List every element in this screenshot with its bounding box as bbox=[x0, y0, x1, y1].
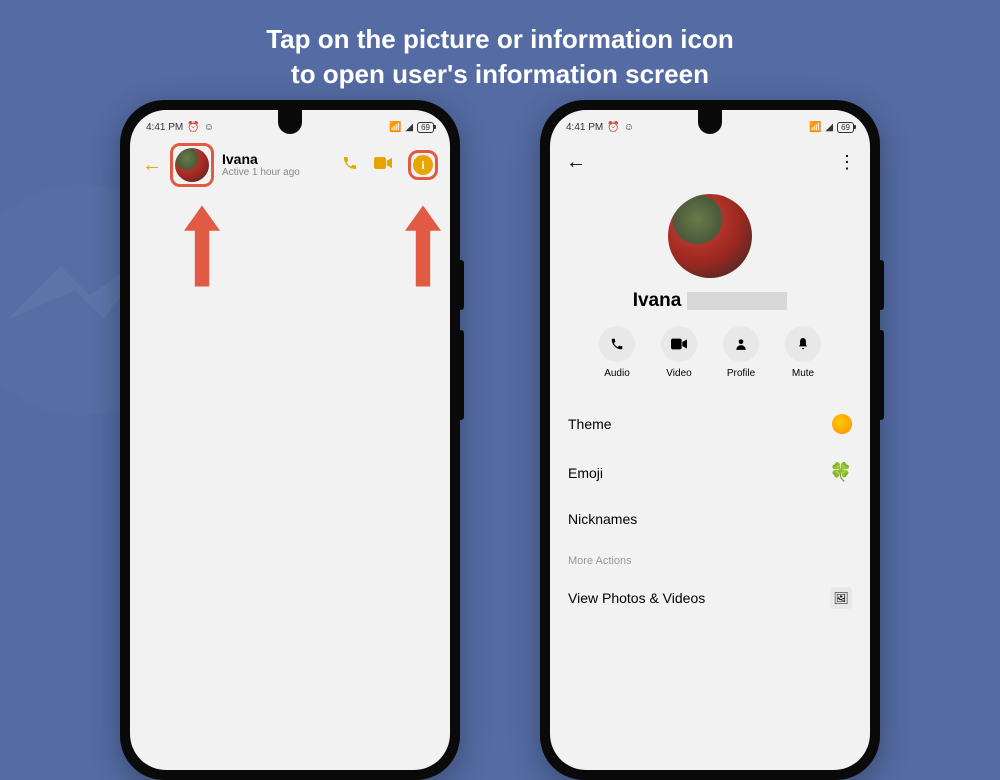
redacted-surname bbox=[687, 292, 787, 310]
row-theme[interactable]: Theme bbox=[550, 400, 870, 448]
pointer-arrow-info bbox=[405, 204, 441, 288]
pointer-arrow-avatar bbox=[184, 204, 220, 288]
section-more-actions: More Actions bbox=[550, 541, 870, 573]
info-highlight: i bbox=[408, 150, 438, 180]
message-icon: ☺ bbox=[624, 122, 634, 133]
battery-indicator: 69 bbox=[417, 122, 434, 133]
contact-name: Ivana bbox=[222, 151, 334, 167]
video-icon[interactable] bbox=[374, 156, 392, 175]
signal-icon: ◢ bbox=[405, 122, 413, 133]
more-icon[interactable]: ⋮ bbox=[838, 152, 854, 173]
action-row: Audio Video Profile Mute bbox=[550, 326, 870, 379]
info-screen: 4:41 PM ⏰ ☺ 📶 ◢ 69 ← ⋮ Ivana bbox=[550, 110, 870, 770]
alarm-icon: ⏰ bbox=[607, 122, 619, 133]
wifi-icon: 📶 bbox=[389, 122, 401, 133]
profile-avatar[interactable] bbox=[668, 194, 752, 278]
row-label: Theme bbox=[568, 416, 612, 432]
action-label: Mute bbox=[792, 368, 814, 379]
row-nicknames[interactable]: Nicknames bbox=[550, 497, 870, 541]
person-icon bbox=[723, 326, 759, 362]
bell-icon bbox=[785, 326, 821, 362]
action-audio[interactable]: Audio bbox=[599, 326, 635, 379]
action-mute[interactable]: Mute bbox=[785, 326, 821, 379]
status-time: 4:41 PM bbox=[146, 122, 183, 133]
profile-name-text: Ivana bbox=[633, 290, 682, 311]
wifi-icon: 📶 bbox=[809, 122, 821, 133]
photo-icon: 🖼 bbox=[830, 587, 852, 609]
row-view-photos[interactable]: View Photos & Videos 🖼 bbox=[550, 573, 870, 623]
contact-avatar[interactable] bbox=[175, 148, 209, 182]
profile-name: Ivana bbox=[550, 290, 870, 312]
action-label: Profile bbox=[727, 368, 755, 379]
signal-icon: ◢ bbox=[825, 122, 833, 133]
chat-screen: 4:41 PM ⏰ ☺ 📶 ◢ 69 ← Ivana Active 1 hour… bbox=[130, 110, 450, 770]
contact-name-block[interactable]: Ivana Active 1 hour ago bbox=[222, 151, 334, 179]
settings-list: Theme Emoji 🍀 Nicknames More Actions Vie… bbox=[550, 400, 870, 623]
action-profile[interactable]: Profile bbox=[723, 326, 759, 379]
instruction-line2: to open user's information screen bbox=[0, 57, 1000, 92]
row-label: View Photos & Videos bbox=[568, 590, 705, 606]
instruction-text: Tap on the picture or information icon t… bbox=[0, 22, 1000, 92]
info-icon[interactable]: i bbox=[413, 155, 433, 175]
notch bbox=[278, 110, 302, 134]
phone-icon bbox=[599, 326, 635, 362]
action-video[interactable]: Video bbox=[661, 326, 697, 379]
row-label: Nicknames bbox=[568, 511, 637, 527]
call-icon[interactable] bbox=[342, 155, 358, 176]
phone-info: 4:41 PM ⏰ ☺ 📶 ◢ 69 ← ⋮ Ivana bbox=[540, 100, 880, 780]
chat-header: ← Ivana Active 1 hour ago i bbox=[130, 140, 450, 190]
status-time: 4:41 PM bbox=[566, 122, 603, 133]
alarm-icon: ⏰ bbox=[187, 122, 199, 133]
phone-chat: 4:41 PM ⏰ ☺ 📶 ◢ 69 ← Ivana Active 1 hour… bbox=[120, 100, 460, 780]
instruction-line1: Tap on the picture or information icon bbox=[0, 22, 1000, 57]
action-label: Video bbox=[666, 368, 691, 379]
action-label: Audio bbox=[604, 368, 630, 379]
row-label: Emoji bbox=[568, 465, 603, 481]
row-emoji[interactable]: Emoji 🍀 bbox=[550, 448, 870, 497]
info-header: ← ⋮ bbox=[550, 140, 870, 184]
camera-icon bbox=[661, 326, 697, 362]
theme-color-icon bbox=[832, 414, 852, 434]
message-icon: ☺ bbox=[204, 122, 214, 133]
avatar-highlight bbox=[170, 143, 214, 187]
back-icon[interactable]: ← bbox=[566, 151, 586, 174]
battery-indicator: 69 bbox=[837, 122, 854, 133]
back-icon[interactable]: ← bbox=[142, 154, 162, 177]
active-status: Active 1 hour ago bbox=[222, 167, 334, 179]
clover-icon: 🍀 bbox=[830, 462, 852, 483]
notch bbox=[698, 110, 722, 134]
